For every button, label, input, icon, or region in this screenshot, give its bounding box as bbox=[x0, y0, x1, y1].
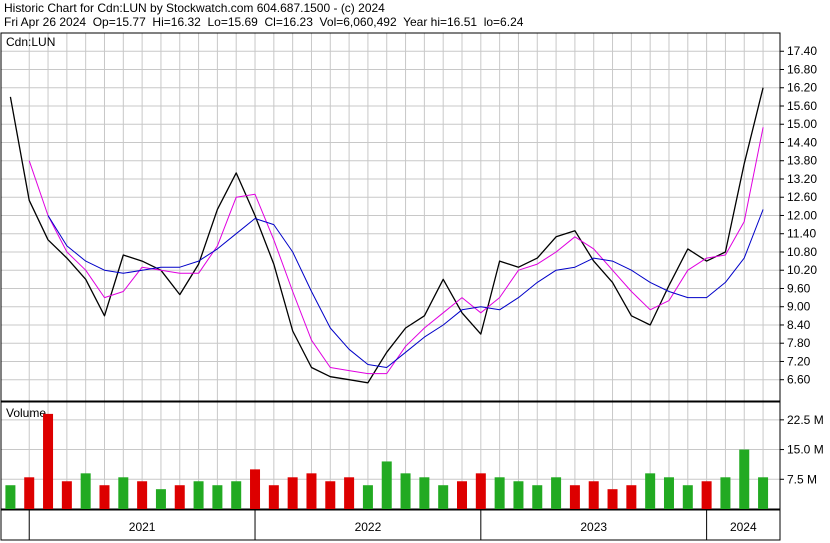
volume-tick-label: 15.0 M bbox=[787, 443, 824, 457]
volume-bar bbox=[250, 469, 261, 509]
price-tick-label: 13.20 bbox=[787, 172, 817, 186]
volume-bar bbox=[306, 473, 317, 509]
stock-chart: Cdn:LUN Volume 17.40 16.80 16.20 15.60 15.00… bbox=[0, 32, 824, 541]
volume-bar bbox=[513, 481, 524, 509]
volume-bar bbox=[475, 473, 486, 509]
volume-bar bbox=[720, 477, 731, 509]
volume-bar bbox=[137, 481, 148, 509]
volume-bar bbox=[645, 473, 656, 509]
volume-axis-ticks: 22.5 M 15.0 M 7.5 M bbox=[780, 413, 824, 486]
volume-bar bbox=[701, 481, 712, 509]
volume-bar bbox=[80, 473, 91, 509]
volume-bar bbox=[457, 481, 468, 509]
year-label: 2023 bbox=[580, 520, 607, 534]
price-axis-ticks: 17.40 16.80 16.20 15.60 15.00 14.40 13.80 13.20… bbox=[780, 44, 817, 387]
date-axis-frame bbox=[0, 509, 781, 541]
price-tick-label: 16.80 bbox=[787, 62, 817, 76]
price-tick-label: 7.80 bbox=[787, 336, 811, 350]
volume-bar bbox=[287, 477, 298, 509]
date-axis-labels: 2021 2022 2023 2024 bbox=[28, 510, 757, 540]
year-label: 2021 bbox=[129, 520, 156, 534]
volume-bar bbox=[344, 477, 355, 509]
volume-bar bbox=[739, 449, 750, 509]
price-tick-label: 10.80 bbox=[787, 245, 817, 259]
volume-panel-label: Volume bbox=[6, 406, 46, 420]
volume-bar bbox=[231, 481, 242, 509]
volume-bar bbox=[155, 489, 166, 509]
volume-bar bbox=[24, 477, 35, 509]
volume-bar bbox=[212, 485, 223, 509]
price-tick-label: 10.20 bbox=[787, 263, 817, 277]
price-tick-label: 12.60 bbox=[787, 190, 817, 204]
volume-bar bbox=[61, 481, 72, 509]
price-tick-label: 15.00 bbox=[787, 117, 817, 131]
price-tick-label: 8.40 bbox=[787, 318, 811, 332]
volume-bar bbox=[438, 485, 449, 509]
volume-bar bbox=[43, 413, 54, 509]
price-tick-label: 15.60 bbox=[787, 99, 817, 113]
price-tick-label: 6.60 bbox=[787, 373, 811, 387]
price-tick-label: 11.40 bbox=[787, 227, 816, 241]
volume-bar bbox=[663, 477, 674, 509]
price-tick-label: 9.00 bbox=[787, 300, 811, 314]
volume-bar bbox=[626, 485, 637, 509]
price-tick-label: 12.00 bbox=[787, 208, 817, 222]
volume-bar bbox=[551, 477, 562, 509]
volume-bar bbox=[400, 473, 411, 509]
volume-tick-label: 22.5 M bbox=[787, 413, 824, 427]
series-line-ma_short bbox=[28, 127, 764, 375]
price-tick-label: 17.40 bbox=[787, 44, 817, 58]
volume-tick-label: 7.5 M bbox=[787, 472, 817, 486]
price-tick-label: 7.20 bbox=[787, 354, 811, 368]
price-tick-label: 13.80 bbox=[787, 154, 817, 168]
volume-bar bbox=[325, 481, 336, 509]
volume-bar bbox=[381, 461, 392, 509]
price-panel-label: Cdn:LUN bbox=[6, 35, 55, 49]
volume-bar bbox=[268, 485, 279, 509]
year-label: 2022 bbox=[355, 520, 382, 534]
volume-bar bbox=[419, 477, 430, 509]
price-grid bbox=[1, 33, 780, 401]
volume-bar bbox=[5, 485, 16, 509]
volume-bar bbox=[174, 485, 185, 509]
price-tick-label: 9.60 bbox=[787, 281, 811, 295]
volume-bar bbox=[607, 489, 618, 509]
volume-bar bbox=[588, 481, 599, 509]
volume-bar bbox=[682, 485, 693, 509]
price-tick-label: 14.40 bbox=[787, 135, 817, 149]
volume-bar bbox=[494, 477, 505, 509]
year-label: 2024 bbox=[730, 520, 757, 534]
volume-bar bbox=[193, 481, 204, 509]
volume-bar bbox=[118, 477, 129, 509]
volume-bar bbox=[99, 485, 110, 509]
volume-bar bbox=[532, 485, 543, 509]
volume-bar bbox=[758, 477, 769, 509]
price-tick-label: 16.20 bbox=[787, 81, 817, 95]
volume-bar bbox=[569, 485, 580, 509]
volume-bar bbox=[362, 485, 373, 509]
